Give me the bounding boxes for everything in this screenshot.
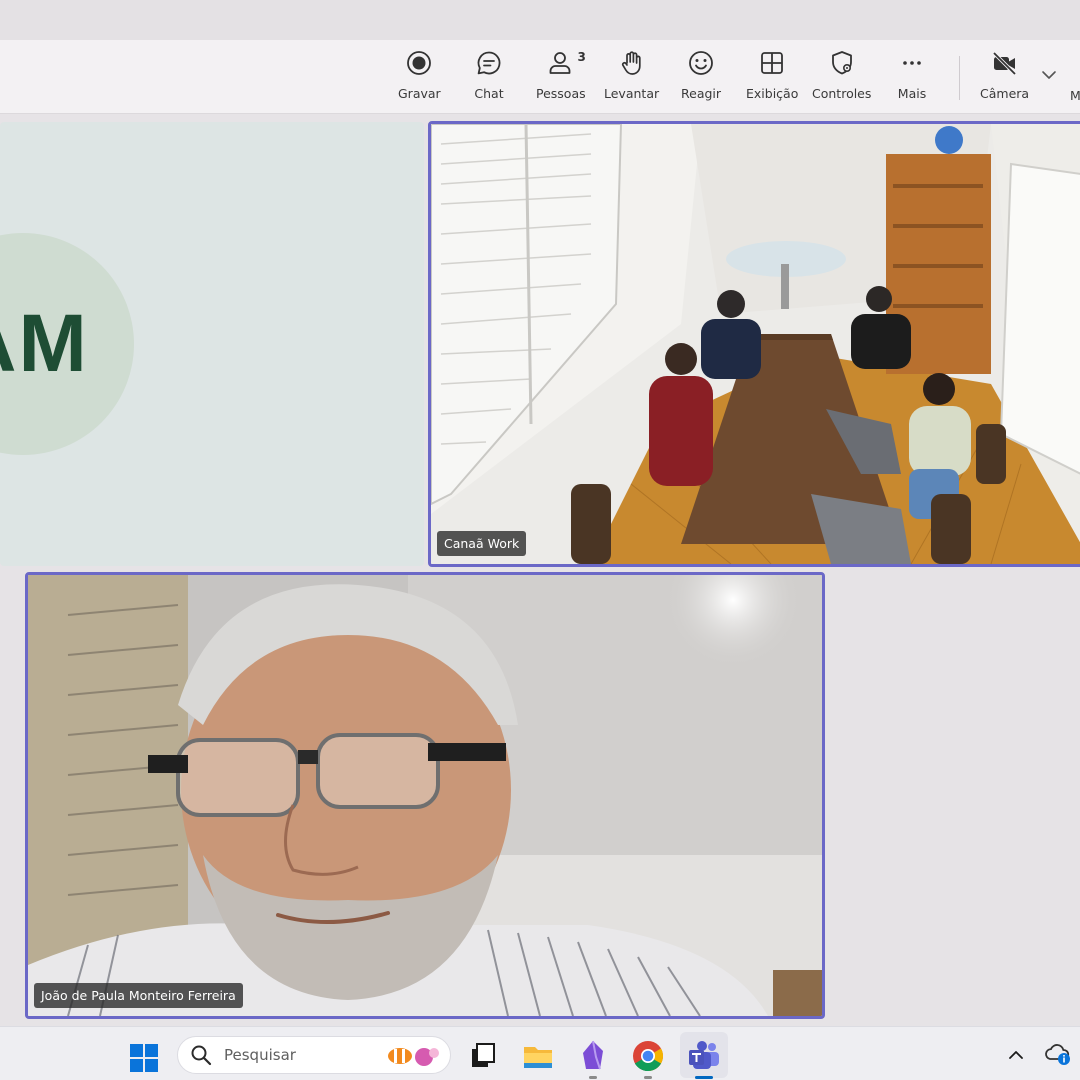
raise-hand-button[interactable]: Levantar bbox=[604, 48, 659, 108]
meeting-toolbar: Gravar Chat 3 Pessoas Levantar Reagir Ex… bbox=[0, 40, 1080, 114]
participant-avatar-tile[interactable]: AM bbox=[0, 122, 424, 566]
raise-hand-label: Levantar bbox=[604, 86, 660, 101]
video-feed-office bbox=[431, 124, 1080, 564]
record-button[interactable]: Gravar bbox=[398, 48, 441, 108]
obsidian-icon bbox=[583, 1040, 603, 1070]
truncated-toolbar-label: M bbox=[1070, 88, 1080, 103]
more-button[interactable]: Mais bbox=[897, 48, 927, 108]
windows-start-icon[interactable] bbox=[128, 1042, 160, 1074]
windows-taskbar: Pesquisar bbox=[0, 1026, 1080, 1080]
camera-label: Câmera bbox=[980, 86, 1030, 101]
running-indicator bbox=[644, 1076, 652, 1079]
view-button[interactable]: Exibição bbox=[746, 48, 798, 108]
participant-video-tile-2[interactable]: João de Paula Monteiro Ferreira bbox=[25, 572, 825, 1019]
window-title-strip bbox=[0, 0, 1080, 40]
raise-hand-icon bbox=[617, 48, 647, 78]
record-icon bbox=[404, 48, 434, 78]
obsidian-button[interactable] bbox=[576, 1039, 610, 1079]
toolbar-separator bbox=[959, 56, 960, 100]
participant-video-tile-1[interactable]: Canaã Work bbox=[428, 121, 1080, 567]
chrome-icon bbox=[633, 1041, 664, 1071]
search-placeholder: Pesquisar bbox=[224, 1046, 296, 1064]
search-highlight-fish-icon bbox=[388, 1048, 439, 1066]
shield-gear-icon bbox=[827, 48, 857, 78]
onedrive-cloud-icon[interactable] bbox=[1044, 1041, 1072, 1067]
avatar: AM bbox=[0, 233, 134, 455]
more-dots-icon bbox=[897, 48, 927, 78]
people-button[interactable]: 3 Pessoas bbox=[536, 48, 586, 108]
controls-label: Controles bbox=[812, 86, 872, 101]
react-label: Reagir bbox=[681, 86, 722, 101]
running-indicator bbox=[589, 1076, 597, 1079]
react-button[interactable]: Reagir bbox=[681, 48, 721, 108]
participant-name-tag: João de Paula Monteiro Ferreira bbox=[34, 983, 243, 1008]
chevron-up-icon[interactable] bbox=[1006, 1045, 1026, 1065]
people-icon: 3 bbox=[546, 48, 586, 78]
avatar-initials: AM bbox=[0, 298, 89, 389]
globe bbox=[935, 126, 963, 154]
file-explorer-icon bbox=[524, 1047, 552, 1068]
camera-off-icon bbox=[990, 48, 1020, 78]
chat-label: Chat bbox=[474, 86, 504, 101]
smiley-icon bbox=[686, 48, 716, 78]
task-view-icon bbox=[472, 1043, 495, 1067]
view-label: Exibição bbox=[746, 86, 799, 101]
controls-button[interactable]: Controles bbox=[812, 48, 871, 108]
search-icon bbox=[191, 1045, 212, 1066]
camera-button[interactable]: Câmera bbox=[980, 48, 1029, 108]
file-explorer-button[interactable] bbox=[521, 1039, 555, 1073]
chat-icon bbox=[474, 48, 504, 78]
active-app-indicator bbox=[695, 1076, 713, 1079]
people-count-badge: 3 bbox=[577, 50, 586, 64]
record-label: Gravar bbox=[398, 86, 441, 101]
teams-button[interactable] bbox=[687, 1039, 721, 1079]
taskbar-search-box[interactable]: Pesquisar bbox=[177, 1036, 451, 1074]
more-label: Mais bbox=[897, 86, 927, 101]
participant-name-tag: Canaã Work bbox=[437, 531, 527, 556]
chrome-button[interactable] bbox=[631, 1039, 665, 1079]
chevron-down-icon[interactable] bbox=[1040, 66, 1058, 84]
chat-button[interactable]: Chat bbox=[474, 48, 504, 108]
task-view-button[interactable] bbox=[466, 1039, 500, 1073]
grid-view-icon bbox=[757, 48, 787, 78]
video-feed-person bbox=[28, 575, 822, 1016]
people-label: Pessoas bbox=[536, 86, 586, 101]
teams-icon bbox=[689, 1041, 719, 1069]
